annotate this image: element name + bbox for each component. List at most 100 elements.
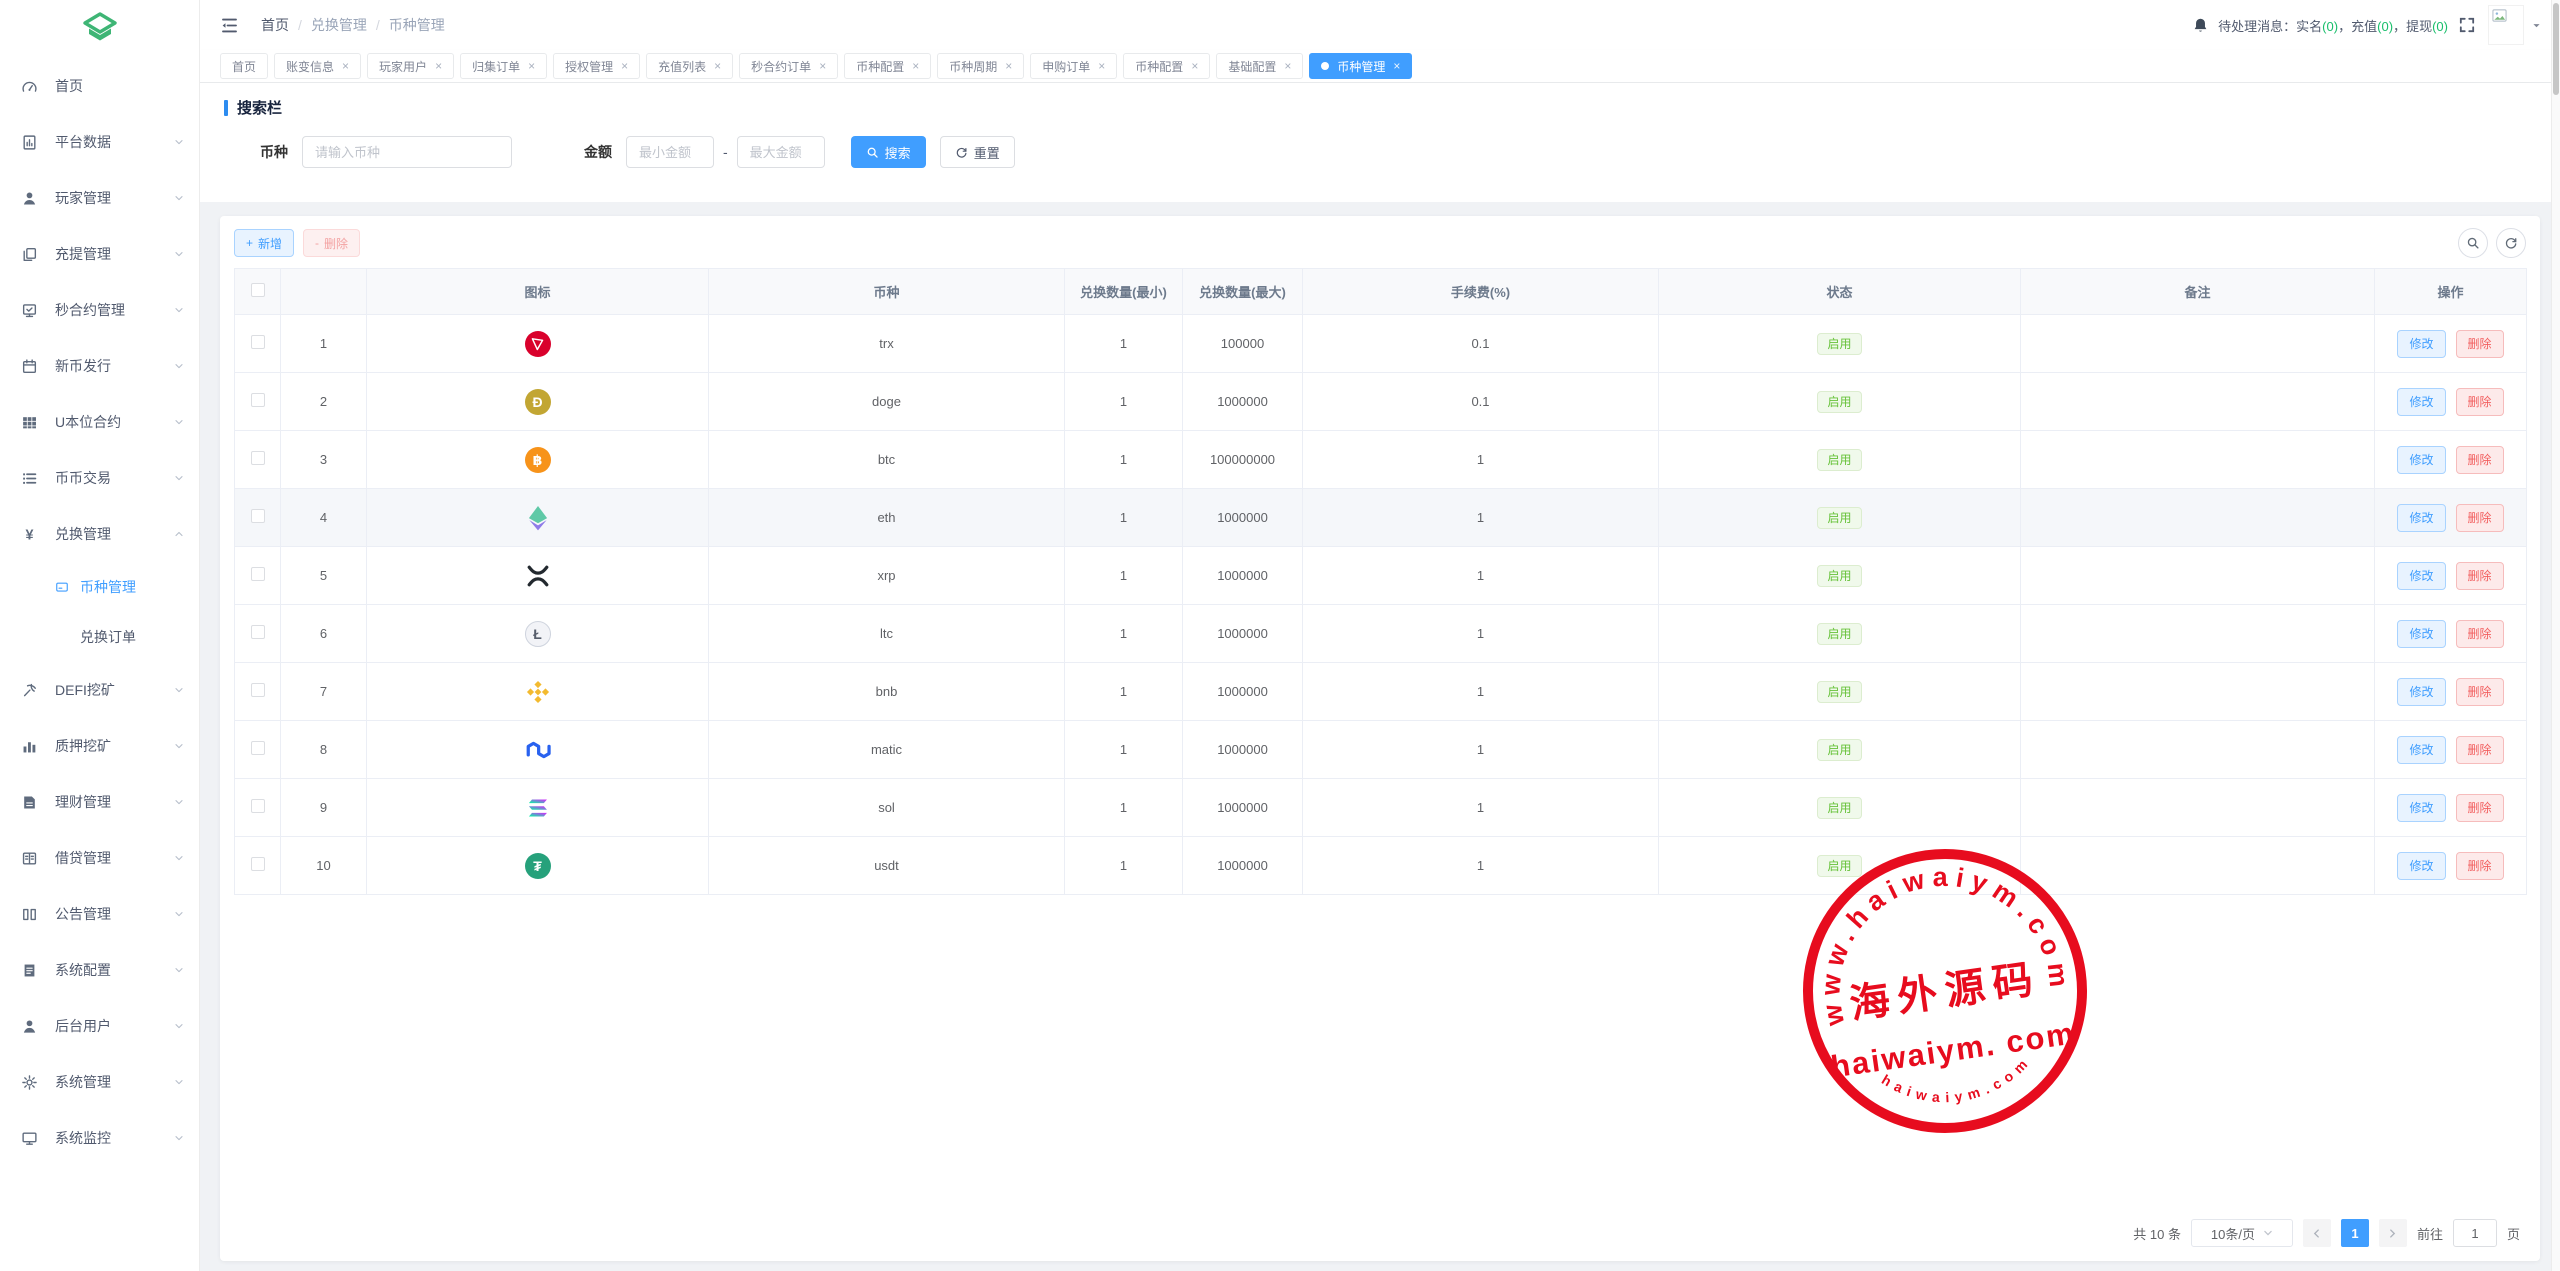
tab-item[interactable]: 授权管理× <box>553 53 640 79</box>
sidebar-item[interactable]: ¥ 兑换管理 <box>0 506 199 562</box>
tab-item[interactable]: 玩家用户× <box>367 53 454 79</box>
coin-input[interactable] <box>302 136 512 168</box>
close-icon[interactable]: × <box>1005 60 1012 72</box>
tab-item[interactable]: 首页 <box>220 53 268 79</box>
tab-item[interactable]: 申购订单× <box>1030 53 1117 79</box>
tab-item[interactable]: 充值列表× <box>646 53 733 79</box>
row-delete-button[interactable]: 删除 <box>2456 562 2504 590</box>
sidebar-item[interactable]: 玩家管理 <box>0 170 199 226</box>
sidebar-item[interactable]: 秒合约管理 <box>0 282 199 338</box>
sidebar-subitem[interactable]: 币种管理 <box>0 562 199 612</box>
tab-item[interactable]: 基础配置× <box>1216 53 1303 79</box>
avatar[interactable] <box>2488 5 2524 45</box>
sidebar-item[interactable]: 币币交易 <box>0 450 199 506</box>
tab-item[interactable]: 币种管理× <box>1309 53 1412 79</box>
tab-item[interactable]: 币种配置× <box>1123 53 1210 79</box>
sidebar-item[interactable]: 后台用户 <box>0 998 199 1054</box>
breadcrumb-item[interactable]: 首页 <box>261 15 289 35</box>
row-delete-button[interactable]: 删除 <box>2456 678 2504 706</box>
add-button[interactable]: + 新增 <box>234 229 294 257</box>
close-icon[interactable]: × <box>1098 60 1105 72</box>
select-all-checkbox[interactable] <box>251 283 265 297</box>
sidebar-collapse-icon[interactable] <box>220 16 239 35</box>
close-icon[interactable]: × <box>1393 60 1400 72</box>
edit-button[interactable]: 修改 <box>2397 852 2445 880</box>
row-checkbox[interactable] <box>251 393 265 407</box>
sidebar-item[interactable]: 新币发行 <box>0 338 199 394</box>
edit-button[interactable]: 修改 <box>2397 330 2445 358</box>
row-checkbox[interactable] <box>251 567 265 581</box>
row-delete-button[interactable]: 删除 <box>2456 504 2504 532</box>
row-delete-button[interactable]: 删除 <box>2456 794 2504 822</box>
page-scrollbar[interactable] <box>2551 0 2560 1271</box>
sidebar-item[interactable]: DEFI挖矿 <box>0 662 199 718</box>
edit-button[interactable]: 修改 <box>2397 736 2445 764</box>
close-icon[interactable]: × <box>1191 60 1198 72</box>
row-delete-button[interactable]: 删除 <box>2456 330 2504 358</box>
edit-button[interactable]: 修改 <box>2397 388 2445 416</box>
prev-page-button[interactable] <box>2303 1219 2331 1247</box>
row-delete-button[interactable]: 删除 <box>2456 736 2504 764</box>
sidebar-item[interactable]: 公告管理 <box>0 886 199 942</box>
close-icon[interactable]: × <box>912 60 919 72</box>
sidebar-item[interactable]: 质押挖矿 <box>0 718 199 774</box>
sidebar-item[interactable]: 系统监控 <box>0 1110 199 1166</box>
search-button[interactable]: 搜索 <box>851 136 926 168</box>
sidebar-item[interactable]: 首页 <box>0 58 199 114</box>
sidebar-item[interactable]: 理财管理 <box>0 774 199 830</box>
sidebar-subitem[interactable]: 兑换订单 <box>0 612 199 662</box>
row-checkbox[interactable] <box>251 683 265 697</box>
row-checkbox[interactable] <box>251 509 265 523</box>
sidebar-item[interactable]: 借贷管理 <box>0 830 199 886</box>
delete-button[interactable]: - 删除 <box>303 229 360 257</box>
row-checkbox[interactable] <box>251 451 265 465</box>
row-delete-button[interactable]: 删除 <box>2456 388 2504 416</box>
edit-button[interactable]: 修改 <box>2397 678 2445 706</box>
row-checkbox[interactable] <box>251 335 265 349</box>
breadcrumb-item[interactable]: 币种管理 <box>389 15 445 35</box>
sidebar-item[interactable]: 系统管理 <box>0 1054 199 1110</box>
table-search-icon-button[interactable] <box>2458 228 2488 258</box>
row-checkbox[interactable] <box>251 625 265 639</box>
close-icon[interactable]: × <box>714 60 721 72</box>
sidebar-item[interactable]: 系统配置 <box>0 942 199 998</box>
table-refresh-icon-button[interactable] <box>2496 228 2526 258</box>
chevron-down-icon[interactable] <box>2531 20 2542 31</box>
breadcrumb-item[interactable]: 兑换管理 <box>311 15 367 35</box>
edit-button[interactable]: 修改 <box>2397 504 2445 532</box>
close-icon[interactable]: × <box>1284 60 1291 72</box>
close-icon[interactable]: × <box>819 60 826 72</box>
fullscreen-icon[interactable] <box>2458 16 2476 34</box>
max-amount-input[interactable] <box>737 136 825 168</box>
close-icon[interactable]: × <box>621 60 628 72</box>
row-delete-button[interactable]: 删除 <box>2456 446 2504 474</box>
next-page-button[interactable] <box>2379 1219 2407 1247</box>
tab-item[interactable]: 币种配置× <box>844 53 931 79</box>
row-delete-button[interactable]: 删除 <box>2456 852 2504 880</box>
close-icon[interactable]: × <box>528 60 535 72</box>
tab-item[interactable]: 币种周期× <box>937 53 1024 79</box>
scrollbar-thumb[interactable] <box>2553 3 2559 95</box>
reset-button[interactable]: 重置 <box>940 136 1015 168</box>
min-amount-input[interactable] <box>626 136 714 168</box>
edit-button[interactable]: 修改 <box>2397 562 2445 590</box>
row-checkbox[interactable] <box>251 741 265 755</box>
tab-item[interactable]: 账变信息× <box>274 53 361 79</box>
page-size-select[interactable]: 10条/页 <box>2191 1219 2293 1247</box>
page-number-1[interactable]: 1 <box>2341 1219 2369 1247</box>
tab-item[interactable]: 秒合约订单× <box>739 53 838 79</box>
close-icon[interactable]: × <box>342 60 349 72</box>
edit-button[interactable]: 修改 <box>2397 446 2445 474</box>
sidebar-item[interactable]: U本位合约 <box>0 394 199 450</box>
tab-item[interactable]: 归集订单× <box>460 53 547 79</box>
bell-icon[interactable] <box>2192 17 2209 34</box>
goto-page-input[interactable] <box>2453 1219 2497 1247</box>
sidebar-item[interactable]: 平台数据 <box>0 114 199 170</box>
row-checkbox[interactable] <box>251 857 265 871</box>
row-checkbox[interactable] <box>251 799 265 813</box>
edit-button[interactable]: 修改 <box>2397 620 2445 648</box>
edit-button[interactable]: 修改 <box>2397 794 2445 822</box>
row-delete-button[interactable]: 删除 <box>2456 620 2504 648</box>
close-icon[interactable]: × <box>435 60 442 72</box>
sidebar-item[interactable]: 充提管理 <box>0 226 199 282</box>
